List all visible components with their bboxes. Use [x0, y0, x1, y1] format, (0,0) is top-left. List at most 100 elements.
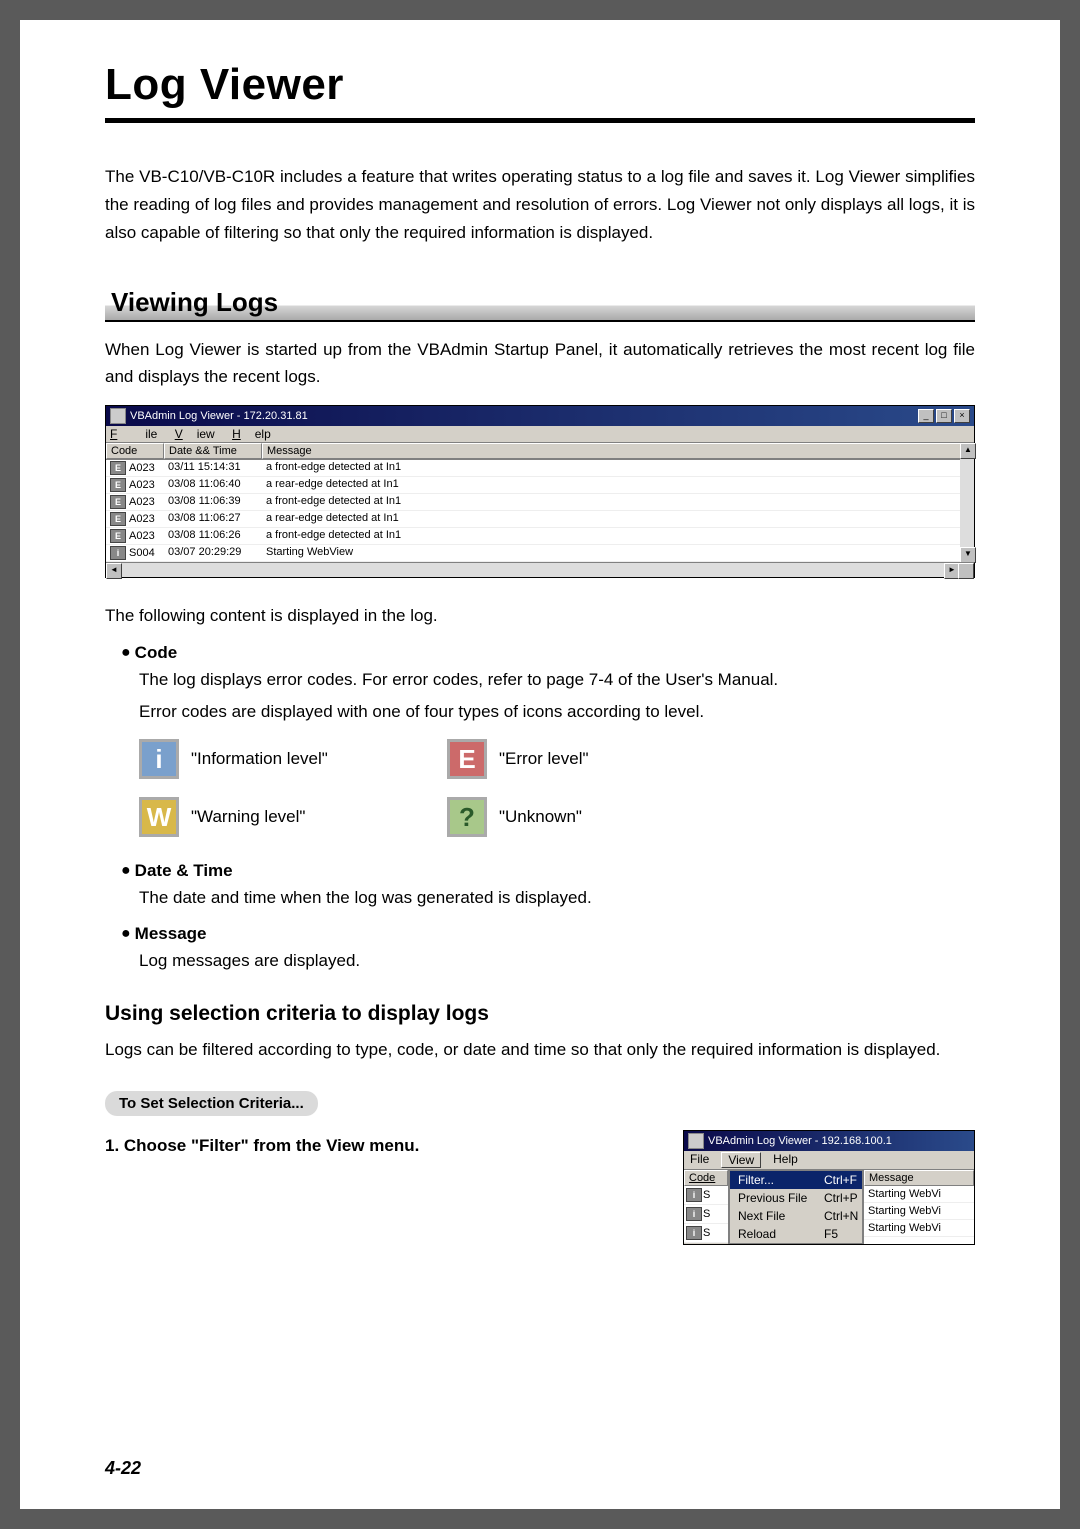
- menu-item[interactable]: ReloadF5: [730, 1225, 862, 1243]
- row-type-icon: E: [110, 512, 126, 526]
- row-type-icon: i: [686, 1226, 702, 1240]
- section-viewing-logs: Viewing Logs: [105, 285, 975, 322]
- page: Log Viewer The VB-C10/VB-C10R includes a…: [20, 20, 1060, 1509]
- row-type-icon: E: [110, 495, 126, 509]
- page-title: Log Viewer: [105, 60, 975, 110]
- resize-grip[interactable]: [958, 563, 974, 579]
- row-code: S004: [129, 547, 155, 559]
- menubar: File View Help: [106, 426, 974, 443]
- menu-item-accel: Ctrl+N: [824, 1209, 858, 1223]
- col-code[interactable]: Code: [684, 1170, 728, 1186]
- bullet-datetime: Date & Time: [121, 861, 975, 881]
- row-type-icon: E: [110, 478, 126, 492]
- table-row[interactable]: EA02303/08 11:06:26a front-edge detected…: [106, 528, 974, 545]
- row-datetime: 03/08 11:06:39: [164, 494, 262, 511]
- menu-item-accel: Ctrl+P: [824, 1191, 858, 1205]
- menu-item-accel: Ctrl+F: [824, 1173, 857, 1187]
- menu-view[interactable]: View: [175, 427, 215, 441]
- row-type-icon: i: [110, 546, 126, 560]
- warning-level-icon: W: [139, 797, 179, 837]
- criteria-pill: To Set Selection Criteria...: [105, 1091, 318, 1116]
- row-message: Starting WebVi: [864, 1203, 974, 1220]
- menu-item-accel: F5: [824, 1227, 854, 1241]
- row-code: S: [703, 1227, 710, 1239]
- row-message: Starting WebView: [262, 545, 974, 562]
- menu-help[interactable]: Help: [773, 1152, 798, 1168]
- step-1: 1. Choose "Filter" from the View menu.: [105, 1136, 419, 1156]
- row-code: A023: [129, 530, 155, 542]
- row-type-icon: E: [110, 461, 126, 475]
- warning-level-label: "Warning level": [191, 807, 305, 827]
- menu-item[interactable]: Next FileCtrl+N: [730, 1207, 862, 1225]
- scroll-left-button[interactable]: ◄: [106, 563, 122, 579]
- col-message[interactable]: Message: [864, 1170, 974, 1186]
- table-row[interactable]: iS004 03/07 20:29:29Starting WebView: [106, 545, 974, 562]
- minimize-button[interactable]: _: [918, 409, 934, 423]
- info-level-label: "Information level": [191, 749, 328, 769]
- title-rule: [105, 118, 975, 123]
- subsection-selection-criteria: Using selection criteria to display logs: [105, 1002, 975, 1026]
- table-row[interactable]: iS: [684, 1224, 728, 1243]
- table-row[interactable]: EA02303/08 11:06:40a rear-edge detected …: [106, 477, 974, 494]
- error-level-label: "Error level": [499, 749, 589, 769]
- info-level-icon: i: [139, 739, 179, 779]
- menu-item-label: Filter...: [738, 1173, 824, 1187]
- table-header: Code Date && Time Message: [106, 443, 974, 459]
- error-level-icon: E: [447, 739, 487, 779]
- screenshot-view-menu: VBAdmin Log Viewer - 192.168.100.1 File …: [683, 1130, 975, 1245]
- window-title: VBAdmin Log Viewer - 172.20.31.81: [130, 410, 308, 422]
- table-row[interactable]: EA023 03/08 11:06:27a rear-edge detected …: [106, 511, 974, 528]
- row-type-icon: i: [686, 1188, 702, 1202]
- menu-item[interactable]: Filter...Ctrl+F: [730, 1171, 862, 1189]
- scroll-down-button[interactable]: ▼: [960, 547, 976, 563]
- bullet-message: Message: [121, 924, 975, 944]
- row-datetime: 03/07 20:29:29: [164, 545, 262, 562]
- message-body: Log messages are displayed.: [139, 948, 975, 974]
- scrollbar-vertical[interactable]: ▲ ▼: [960, 443, 974, 563]
- row-datetime: 03/08 11:06:40: [164, 477, 262, 494]
- row-code: S: [703, 1189, 710, 1201]
- col-code[interactable]: Code: [106, 443, 164, 459]
- scrollbar-horizontal[interactable]: ◄ ►: [106, 562, 974, 577]
- code-column: Code iSiSiS: [684, 1170, 729, 1244]
- unknown-level-label: "Unknown": [499, 807, 582, 827]
- row-datetime: 03/11 15:14:31: [164, 460, 262, 477]
- menu-item[interactable]: Previous FileCtrl+P: [730, 1189, 862, 1207]
- menu-item-label: Reload: [738, 1227, 824, 1241]
- view-dropdown: Filter...Ctrl+FPrevious FileCtrl+PNext F…: [729, 1170, 863, 1244]
- menu-file[interactable]: File: [690, 1152, 709, 1168]
- table-row[interactable]: EA02303/08 11:06:39a front-edge detected…: [106, 494, 974, 511]
- level-legend: i "Information level" E "Error level" W …: [139, 739, 975, 837]
- row-datetime: 03/08 11:06:27: [164, 511, 262, 528]
- row-message: a rear-edge detected at In1: [262, 477, 974, 494]
- row-message: a front-edge detected at In1: [262, 494, 974, 511]
- message-column: Message Starting WebViStarting WebViStar…: [863, 1170, 974, 1244]
- row-code: A023: [129, 513, 155, 525]
- col-datetime[interactable]: Date && Time: [164, 443, 262, 459]
- table-row[interactable]: iS: [684, 1186, 728, 1205]
- row-message: a front-edge detected at In1: [262, 460, 974, 477]
- subsection-paragraph: Logs can be filtered according to type, …: [105, 1036, 975, 1063]
- section1-paragraph: When Log Viewer is started up from the V…: [105, 336, 975, 390]
- screenshot-log-viewer: VBAdmin Log Viewer - 172.20.31.81 _ □ × …: [105, 405, 975, 578]
- menu-view[interactable]: View: [721, 1152, 761, 1168]
- row-message: a rear-edge detected at In1: [262, 511, 974, 528]
- app-icon: [688, 1133, 704, 1149]
- menu-help[interactable]: Help: [232, 427, 271, 441]
- table-row[interactable]: EA02303/11 15:14:31a front-edge detected…: [106, 460, 974, 477]
- maximize-button[interactable]: □: [936, 409, 952, 423]
- window-titlebar-2: VBAdmin Log Viewer - 192.168.100.1: [684, 1131, 974, 1151]
- menu-file[interactable]: File: [110, 427, 157, 441]
- scroll-up-button[interactable]: ▲: [960, 443, 976, 459]
- row-message: Starting WebVi: [864, 1186, 974, 1203]
- menu-item-label: Next File: [738, 1209, 824, 1223]
- log-display-intro: The following content is displayed in th…: [105, 602, 975, 629]
- code-body-1: The log displays error codes. For error …: [139, 667, 975, 693]
- window-title-2: VBAdmin Log Viewer - 192.168.100.1: [708, 1135, 892, 1147]
- table-row[interactable]: iS: [684, 1205, 728, 1224]
- app-icon: [110, 408, 126, 424]
- row-message: a front-edge detected at In1: [262, 528, 974, 545]
- close-button[interactable]: ×: [954, 409, 970, 423]
- menubar-2: File View Help: [684, 1151, 974, 1170]
- col-message[interactable]: Message: [262, 443, 974, 459]
